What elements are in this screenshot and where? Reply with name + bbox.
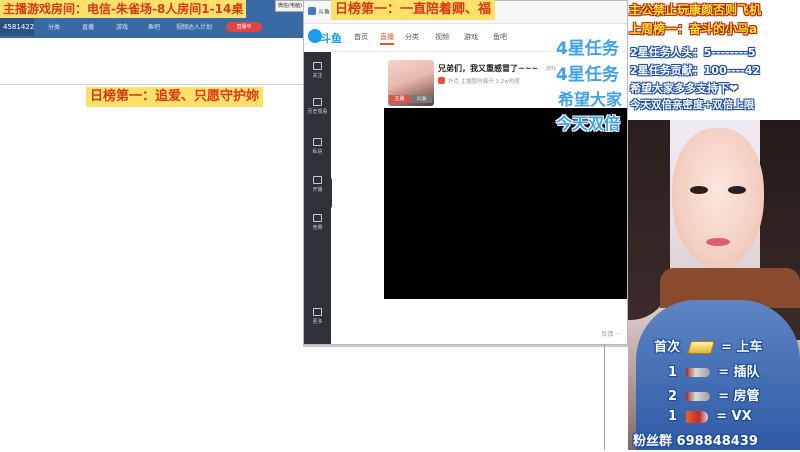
webcam-face (672, 128, 764, 268)
pass-eq: = (718, 389, 730, 404)
feedback-link[interactable]: 反馈 ··· (601, 329, 621, 338)
nav-home[interactable]: 首页 (354, 32, 368, 42)
pane-divider[interactable] (604, 345, 605, 450)
sidebar-item-competition[interactable]: 竞赛 (304, 214, 331, 231)
sidebar-item-label: 开播 (312, 187, 323, 193)
fan-group-number: 粉丝群 698848439 (633, 434, 758, 449)
pass-count: 首次 (654, 340, 681, 355)
bottom-pane (303, 345, 628, 452)
task-headcount: 2星任务人头：5--------5 (630, 46, 756, 59)
pass-reward: 上车 (736, 340, 763, 355)
pass-count: 1 (668, 409, 678, 424)
task-overlay-line: 希望大家 (558, 90, 623, 109)
pass-reward: VX (731, 409, 752, 424)
task-contribution: 2星任务贡献：100----42 (630, 64, 761, 77)
cube-icon (313, 308, 322, 316)
avatar-tag-host: 主播 (389, 95, 410, 103)
left-nav-games[interactable]: 游戏 (116, 22, 128, 31)
gold-bar-icon (686, 341, 715, 354)
stream-title: 兄弟们，我又重感冒了~~~ (438, 64, 539, 73)
pass-eq: = (721, 340, 732, 355)
trophy-icon (313, 214, 322, 222)
nav-category[interactable]: 分类 (405, 32, 419, 42)
pass-row: 2 = 房管 (668, 385, 760, 404)
left-nav-fishbar[interactable]: 鱼吧 (148, 22, 160, 31)
sidebar-item-label: 私信 (312, 149, 323, 155)
sidebar-item-label: 竞赛 (312, 225, 323, 231)
room-info-banner: 主播游戏房间：电信-朱雀场-8人房间1-14桌 (0, 0, 247, 18)
nav-video[interactable]: 视频 (435, 32, 449, 42)
history-icon (313, 98, 322, 106)
daily-rank-banner-left: 日榜第一：追爱、只愿守护妳 (86, 87, 264, 107)
left-dropdown-panel (0, 38, 303, 85)
live-indicator-icon (438, 77, 445, 84)
task-overlay-line: 今天双倍 (556, 114, 621, 133)
left-nav-category[interactable]: 分类 (48, 22, 60, 31)
stream-category[interactable]: 游戏 (546, 65, 556, 72)
nav-live[interactable]: 直播 (380, 32, 394, 45)
stream-meta: 扑克 主播暂时离开 1.2w热度 (448, 79, 520, 85)
sidebar-item-messages[interactable]: 私信 (304, 138, 331, 155)
task-overlay-line: 4星任务 (556, 65, 619, 85)
room-id: 4581422 (3, 23, 35, 31)
last-week-top-fan: 上周榜一：奋斗的小马a (629, 22, 758, 36)
task-overlay-line: 4星任务 (556, 39, 619, 59)
big-rocket-icon (685, 410, 708, 423)
pass-reward: 插队 (733, 365, 760, 380)
message-icon (313, 138, 322, 146)
pass-count: 1 (668, 365, 678, 380)
double-intimacy-notice: 今天双倍亲密度+双倍上限 (630, 99, 755, 111)
rocket-icon (685, 392, 710, 401)
pass-row: 首次 = 上车 (654, 336, 763, 355)
left-live-button[interactable]: 直播中 (226, 22, 262, 32)
sidebar-item-history[interactable]: 历史观看 (304, 98, 331, 115)
webcam-eye (728, 186, 746, 194)
sidebar-item-label: 关注 (312, 73, 323, 79)
daily-rank-banner-mid: 日榜第一：一直陪着卿、福 (331, 0, 496, 20)
webcam-eye (690, 186, 708, 194)
pass-count: 2 (668, 389, 678, 404)
video-player[interactable] (384, 108, 627, 299)
sidebar-item-follow[interactable]: 关注 (304, 62, 331, 79)
sidebar-item-broadcast[interactable]: 开播 (304, 176, 331, 193)
pass-eq: = (716, 409, 728, 424)
avatar-tag-guild: 公会 (411, 95, 432, 103)
douyu-logo[interactable]: 斗鱼 (306, 27, 346, 47)
webcam-lips (706, 238, 730, 246)
heart-icon (313, 62, 322, 70)
left-nav-live[interactable]: 直播 (82, 22, 94, 31)
sidebar-item-label: 历史观看 (307, 109, 328, 115)
left-nav-video-creators[interactable]: 视频达人计划 (176, 22, 212, 31)
sidebar-item-label: 更多 (312, 319, 323, 325)
divider (0, 84, 303, 85)
douyu-logo-text: 斗鱼 (320, 32, 342, 45)
pass-row: 1 = VX (668, 409, 752, 424)
browser-app-name: 斗鱼 (318, 9, 331, 16)
camera-icon (313, 176, 322, 184)
sidebar-item-more[interactable]: 更多 (304, 308, 331, 325)
pass-eq: = (718, 365, 730, 380)
nav-games[interactable]: 游戏 (464, 32, 478, 42)
pass-row: 1 = 插队 (668, 361, 760, 380)
pass-reward: 房管 (733, 389, 760, 404)
douyu-app-icon (308, 7, 316, 15)
video-footer: 反馈 ··· (384, 326, 627, 340)
rocket-icon (685, 368, 710, 377)
support-message: 希望大家多多支持下❤ (630, 82, 739, 95)
rule-notice: 主公禁止玩康颜否则飞机 (629, 3, 762, 17)
nav-fishbar[interactable]: 鱼吧 (493, 32, 507, 42)
